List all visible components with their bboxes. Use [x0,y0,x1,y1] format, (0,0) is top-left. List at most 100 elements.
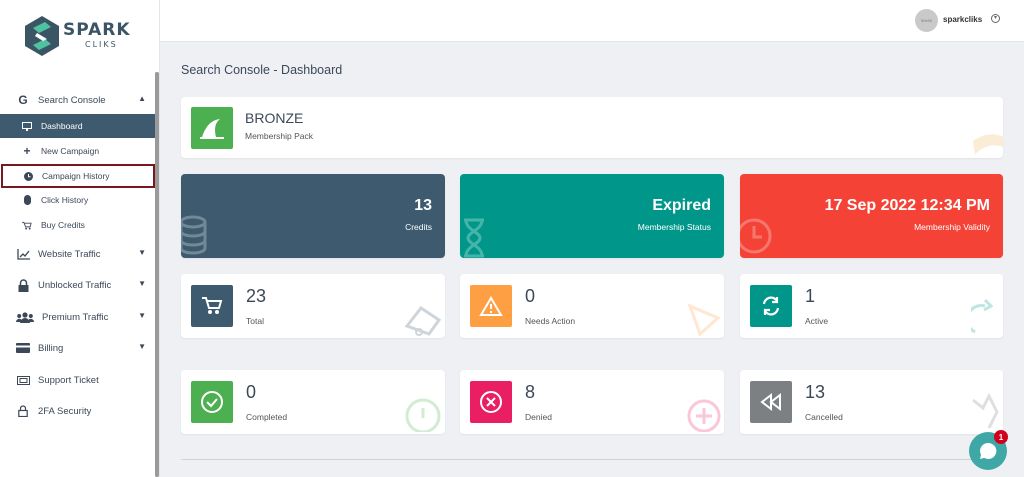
brand-name: SPARK [63,20,131,40]
chevron-up-icon: ▲ [138,94,146,103]
chat-notification-badge: 1 [994,430,1008,444]
clock-icon [740,218,772,254]
campaigns-active-card[interactable]: 1 Active [740,274,1003,338]
completed-value: 0 [246,382,257,402]
sidebar-item-new-campaign[interactable]: + New Campaign [0,139,158,163]
sidebar-item-label: New Campaign [41,146,100,156]
sidebar-item-premium-traffic[interactable]: Premium Traffic ▼ [0,305,158,329]
sidebar-item-label: Billing [38,342,64,354]
ticket-icon [16,373,30,387]
cart-ghost-icon [404,305,442,336]
chevron-down-icon: ▼ [138,342,146,351]
rewind-icon [760,392,781,412]
sidebar-item-label: Unblocked Traffic [38,279,112,291]
campaigns-cancelled-card[interactable]: 13 Cancelled [740,370,1003,434]
total-label: Total [246,316,264,326]
clock-icon [23,169,33,183]
membership-validity-label: Membership Validity [914,222,990,232]
total-box [191,285,233,327]
membership-status-card: Expired Membership Status [460,174,724,258]
chevron-down-icon: ▼ [138,248,146,257]
close-circle-icon [480,391,502,413]
membership-watermark-icon [973,134,1003,155]
lock-icon [16,278,30,292]
warning-ghost-icon [687,303,721,336]
sidebar-item-dashboard[interactable]: Dashboard [0,114,158,138]
monitor-icon [22,119,32,133]
users-icon [16,310,34,324]
topbar: 90x90 sparkcliks ▾ [160,0,1024,42]
chevron-down-icon[interactable]: ▾ [991,14,1000,23]
sidebar-item-label: Support Ticket [38,374,99,386]
plus-icon: + [23,144,31,158]
total-value: 23 [246,286,267,306]
denied-box [470,381,512,423]
sidebar: SPARK CLIKS G Search Console ▲ Dashboard… [0,0,160,477]
sidebar-item-label: Campaign History [42,171,110,181]
credits-card: 13 Credits [181,174,445,258]
sidebar-item-label: Search Console [38,94,106,106]
sidebar-scrollbar-thumb[interactable] [155,72,159,477]
sidebar-item-buy-credits[interactable]: Buy Credits [0,213,158,237]
cancelled-box [750,381,792,423]
membership-label: Membership Pack [245,131,314,141]
denied-value: 8 [525,382,536,402]
brand-sub: CLIKS [85,40,118,49]
denied-label: Denied [525,412,552,422]
logo[interactable]: SPARK CLIKS [25,16,135,60]
page-title: Search Console - Dashboard [181,63,343,77]
warning-icon [479,295,503,316]
flag-ghost-icon [972,392,999,429]
sidebar-item-click-history[interactable]: Click History [0,188,158,212]
refresh-ghost-icon [971,298,994,334]
active-label: Active [805,316,829,326]
sidebar-item-search-console[interactable]: G Search Console ▲ [0,88,158,112]
credit-card-icon [16,341,30,355]
campaigns-needs-action-card[interactable]: 0 Needs Action [460,274,724,338]
membership-card: BRONZE Membership Pack [181,97,1003,158]
google-icon: G [18,93,28,107]
membership-validity-value: 17 Sep 2022 12:34 PM [824,197,990,214]
campaigns-total-card[interactable]: 23 Total [181,274,445,338]
campaigns-completed-card[interactable]: 0 Completed [181,370,445,434]
check-ghost-icon [405,398,441,432]
completed-label: Completed [246,412,288,422]
sidebar-item-label: 2FA Security [38,405,92,417]
cart-icon [202,297,223,314]
needs-action-value: 0 [525,286,536,306]
campaigns-denied-card[interactable]: 8 Denied [460,370,724,434]
sidebar-item-label: Dashboard [41,121,83,131]
completed-box [191,381,233,423]
membership-status-label: Membership Status [637,222,711,232]
check-circle-icon [201,391,223,413]
sidebar-item-2fa-security[interactable]: 2FA Security [0,399,158,423]
sidebar-item-unblocked-traffic[interactable]: Unblocked Traffic ▼ [0,273,158,297]
active-box [750,285,792,327]
mouse-icon [22,193,32,207]
credits-value: 13 [414,197,432,214]
membership-tier: BRONZE [245,110,304,126]
needs-action-label: Needs Action [525,316,576,326]
refresh-icon [762,296,780,316]
needs-action-box [470,285,512,327]
sidebar-item-support-ticket[interactable]: Support Ticket [0,368,158,392]
plus-ghost-icon [687,399,721,432]
membership-status-value: Expired [652,197,711,214]
chevron-down-icon: ▼ [138,279,146,288]
sidebar-item-label: Premium Traffic [42,311,109,323]
spark-logo-icon [25,16,59,56]
chevron-down-icon: ▼ [138,311,146,320]
membership-badge [191,107,233,149]
hourglass-icon [464,218,484,258]
sidebar-item-billing[interactable]: Billing ▼ [0,336,158,360]
sidebar-item-campaign-history[interactable]: Campaign History [1,164,155,188]
cancelled-label: Cancelled [805,412,843,422]
lock-outline-icon [16,404,30,418]
sidebar-item-website-traffic[interactable]: Website Traffic ▼ [0,242,158,266]
membership-validity-card: 17 Sep 2022 12:34 PM Membership Validity [740,174,1003,258]
avatar[interactable]: 90x90 [915,9,938,32]
chat-bubble-icon [980,442,997,459]
cart-icon [22,218,32,232]
username[interactable]: sparkcliks [943,15,982,24]
chart-line-icon [16,247,30,261]
